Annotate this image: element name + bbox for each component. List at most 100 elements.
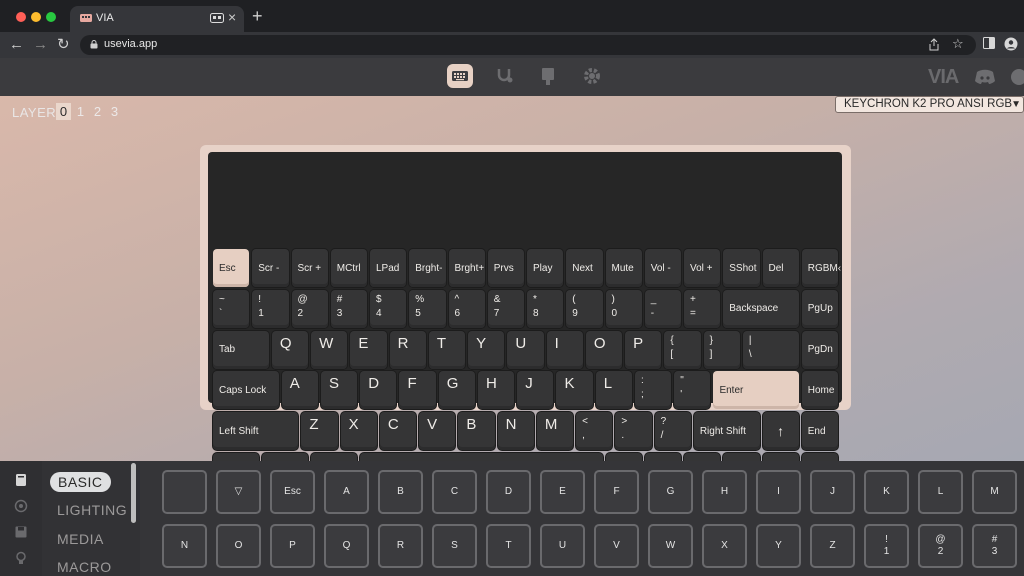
key[interactable]: @2 [291,289,328,328]
key[interactable]: Q [271,330,309,369]
keycode-button[interactable]: J [810,470,855,514]
key[interactable]: ↓ [762,453,799,461]
new-tab-button[interactable]: + [252,6,263,26]
key[interactable]: MCtrl [330,249,367,287]
design-icon[interactable] [535,64,561,88]
key[interactable]: C [379,412,417,451]
key[interactable]: W [311,330,348,369]
discord-icon[interactable] [974,69,996,85]
keycode-button[interactable]: #3 [972,524,1017,568]
keycode-button[interactable]: G [648,470,693,514]
keycode-button[interactable] [162,470,207,514]
category-basic[interactable]: BASIC [50,472,111,492]
key[interactable]: Del [762,249,799,287]
key[interactable]: RGBM‹ [801,249,841,287]
keycode-button[interactable]: ! 1 [864,524,909,568]
key[interactable]: PgUp [801,289,838,328]
key[interactable]: ? / [654,412,691,451]
key[interactable]: + = [684,289,721,328]
key[interactable]: ← [723,453,760,461]
keycode-button[interactable]: Y [756,524,801,568]
keycode-button[interactable]: X [702,524,747,568]
key[interactable]: U [507,330,544,369]
keycode-button[interactable]: W [648,524,693,568]
key[interactable]: H [477,371,515,410]
key[interactable]: Scr + [291,249,328,287]
test-icon[interactable] [491,64,517,88]
close-tab-icon[interactable]: × [228,9,236,25]
layer-1-button[interactable]: 1 [73,103,88,120]
key[interactable]: * 8 [527,289,564,328]
key[interactable]: LOpt [262,453,309,461]
keycode-button[interactable]: N [162,524,207,568]
lightbulb-circle-icon[interactable] [14,499,28,513]
key[interactable]: Caps Lock [213,371,279,410]
sidebar-toggle-icon[interactable] [983,37,995,49]
key[interactable]: Y [468,330,505,369]
minimize-window-button[interactable] [31,12,41,22]
key[interactable]: ! 1 [252,289,289,328]
category-scrollbar[interactable] [131,463,136,523]
key[interactable]: Left Ctrl [213,453,260,461]
key[interactable]: Vol - [644,249,681,287]
keycode-button[interactable]: K [864,470,909,514]
keycode-button[interactable]: T [486,524,531,568]
key[interactable]: D [360,371,397,410]
key[interactable]: ) 0 [605,289,642,328]
key[interactable]: K [556,371,593,410]
key[interactable]: SShot [723,249,760,287]
github-icon[interactable] [1010,68,1024,86]
maximize-window-button[interactable] [46,12,56,22]
save-icon[interactable] [14,525,28,539]
keycode-button[interactable]: U [540,524,585,568]
key[interactable]: Esc [213,249,250,287]
keycode-button[interactable]: Q [324,524,369,568]
key[interactable]: I [546,330,583,369]
layer-0-button[interactable]: 0 [56,103,71,120]
keycode-button[interactable]: Z [810,524,855,568]
key[interactable]: T [428,330,466,369]
key[interactable]: N [497,412,534,451]
key[interactable]: Z [301,412,338,451]
key[interactable]: ↑ [762,412,799,451]
key[interactable]: Backspace [723,289,799,328]
keycode-button[interactable]: O [216,524,261,568]
key[interactable]: A [281,371,318,410]
category-macro[interactable]: MACRO [57,559,112,575]
key[interactable]: $4 [370,289,407,328]
keycode-button[interactable]: D [486,470,531,514]
keycode-button[interactable]: H [702,470,747,514]
close-window-button[interactable] [16,12,26,22]
category-media[interactable]: MEDIA [57,531,104,547]
key[interactable]: #3 [330,289,367,328]
key[interactable]: % 5 [409,289,446,328]
keycode-button[interactable]: V [594,524,639,568]
key[interactable]: ^ 6 [448,289,485,328]
key[interactable]: LCmd [311,453,358,461]
key[interactable]: PgDn [801,330,838,369]
keyboard-select[interactable]: KEYCHRON K2 PRO ANSI RGB ▼ [835,96,1024,113]
bookmark-star-icon[interactable]: ☆ [952,36,964,52]
key[interactable]: Next [566,249,603,287]
forward-icon[interactable]: → [33,35,48,55]
back-icon[interactable]: ← [9,35,24,55]
profile-icon[interactable] [1004,37,1018,51]
key[interactable]: LPad [370,249,407,287]
key[interactable]: Brght- [409,249,446,287]
reload-icon[interactable]: ↻ [57,35,70,55]
key[interactable]: {[ [664,330,701,369]
key[interactable]: | \ [742,330,799,369]
layer-3-button[interactable]: 3 [107,103,122,120]
book-icon[interactable] [14,473,28,487]
key[interactable]: F [399,371,436,410]
lightbulb-icon[interactable] [14,551,28,565]
key[interactable]: RCtl [684,453,721,461]
key[interactable]: M [536,412,574,451]
keycode-button[interactable]: F [594,470,639,514]
key[interactable]: MO(1) [644,453,681,461]
key[interactable]: O [585,330,623,369]
key[interactable]: E [350,330,387,369]
key[interactable]: " ' [674,371,711,410]
category-lighting[interactable]: LIGHTING [57,502,127,518]
key[interactable]: R [389,330,426,369]
